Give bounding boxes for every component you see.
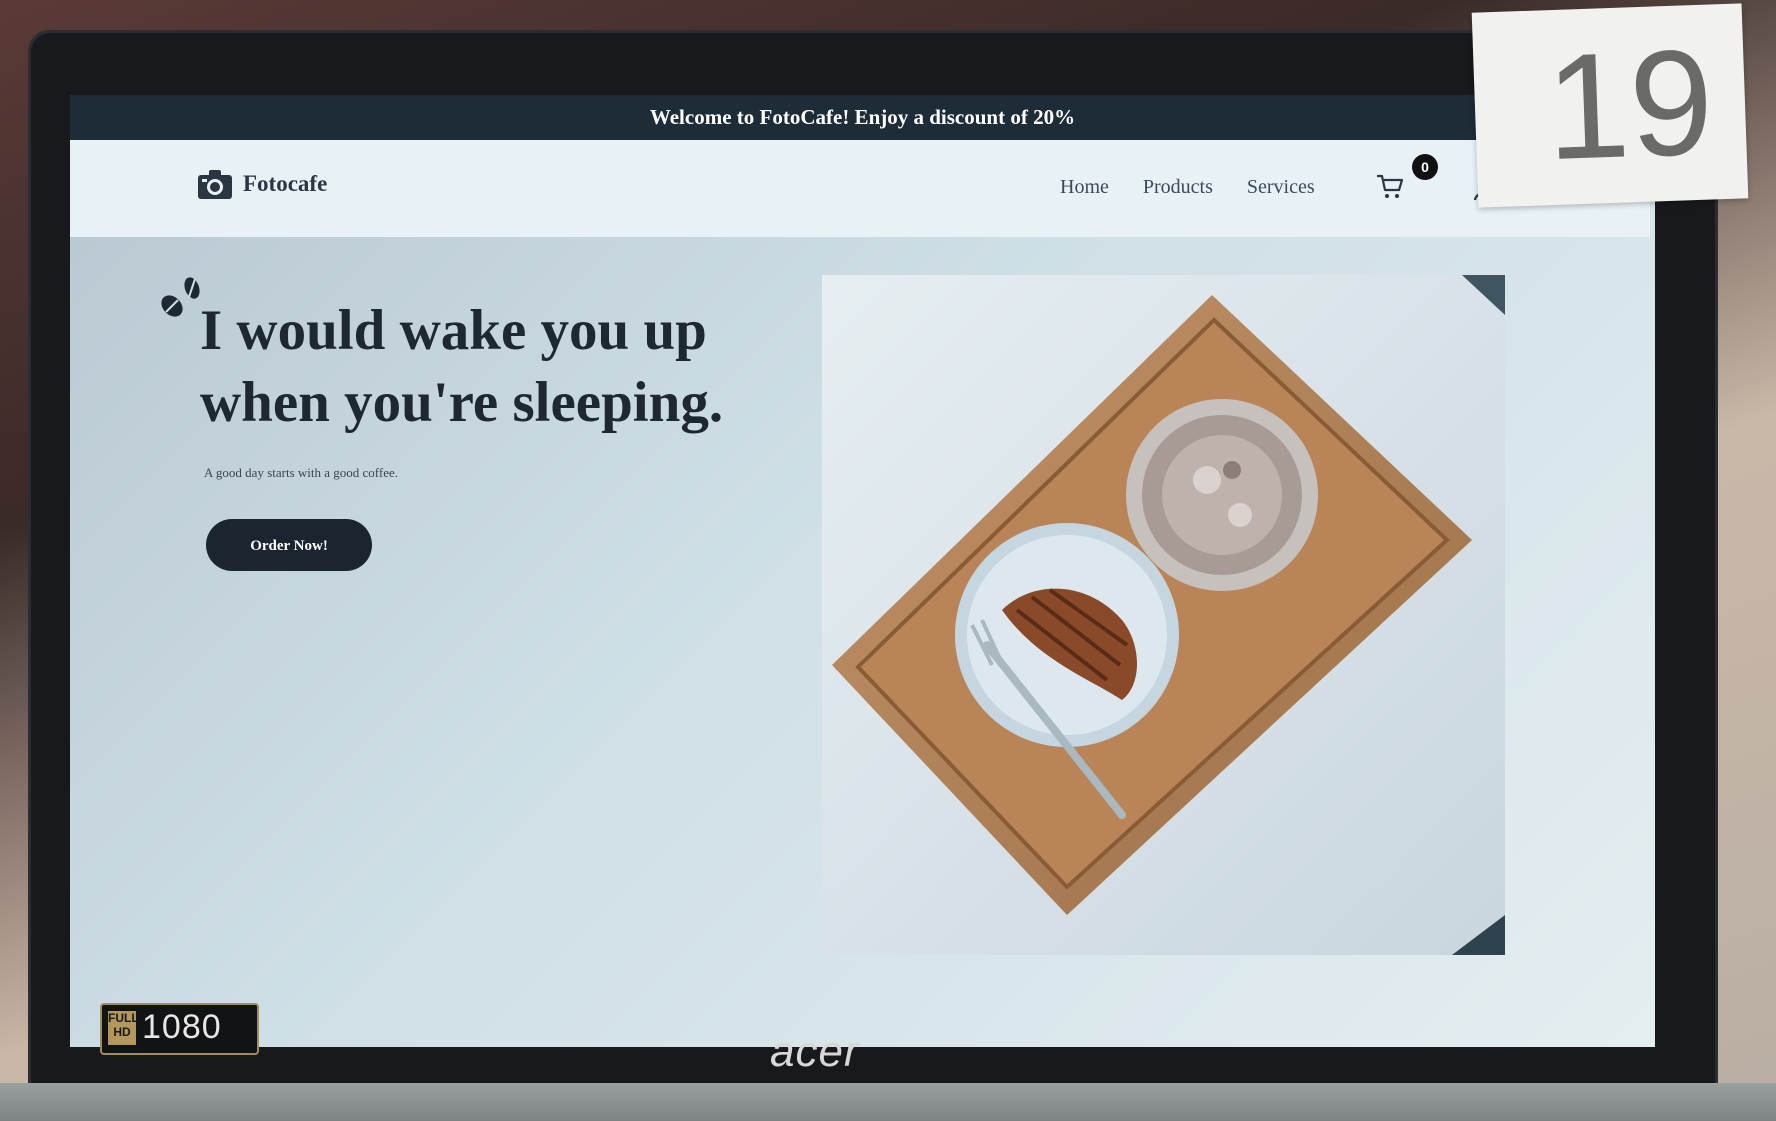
browser-viewport: Welcome to FotoCafe! Enjoy a discount of… xyxy=(70,95,1655,1047)
hero-tagline: A good day starts with a good coffee. xyxy=(204,465,398,480)
nav-link-products[interactable]: Products xyxy=(1143,176,1213,199)
cart-icon[interactable] xyxy=(1375,171,1405,201)
laptop-hinge xyxy=(0,1083,1776,1121)
hero-image xyxy=(822,275,1505,955)
logo-text: Fotocafe xyxy=(243,171,328,196)
hero-headline-line2: when you're sleeping. xyxy=(200,371,724,434)
nav-link-services[interactable]: Services xyxy=(1247,176,1315,199)
top-navigation: Fotocafe Home Products Services 0 xyxy=(70,140,1650,237)
camera-icon xyxy=(198,170,232,199)
order-now-button[interactable]: Order Now! xyxy=(206,519,372,571)
resolution-number: 1080 xyxy=(142,1008,222,1046)
full-hd-label: FULL HD xyxy=(108,1011,139,1045)
full-hd-badge: FULL HD 1080 xyxy=(100,1003,259,1055)
tray-photo-illustration xyxy=(822,275,1505,955)
nav-links: Home Products Services xyxy=(1060,176,1315,199)
hero-headline: I would wake you up when you're sleeping… xyxy=(200,295,723,439)
nav-link-home[interactable]: Home xyxy=(1060,176,1109,199)
announcement-bar: Welcome to FotoCafe! Enjoy a discount of… xyxy=(70,95,1655,140)
laptop-brand-logo: acer xyxy=(770,1027,860,1076)
cart-count-badge: 0 xyxy=(1412,154,1438,180)
site-logo[interactable]: Fotocafe xyxy=(195,164,327,204)
photo-sticker-number: 19 xyxy=(1471,3,1749,208)
hero-headline-line1: I would wake you up xyxy=(200,299,707,362)
